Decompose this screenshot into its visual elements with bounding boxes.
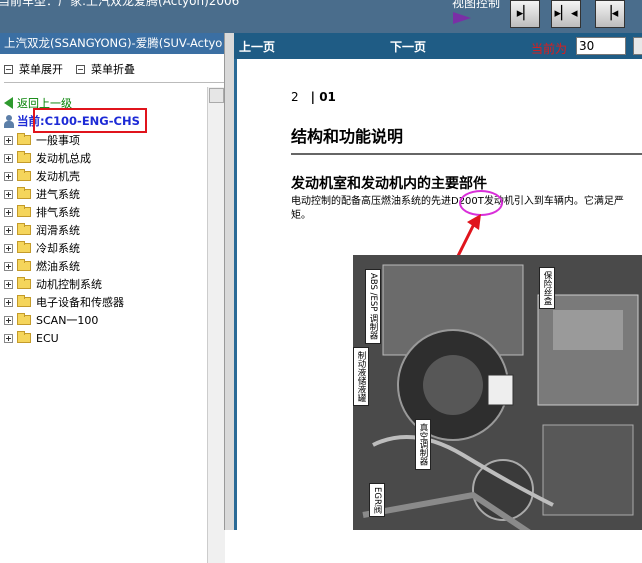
expand-menu-button[interactable]: 菜单展开 [4,61,63,77]
sidebar: 上汽双龙(SSANGYONG)-爱腾(SUV-Actyo 菜单展开 菜单折叠 返… [0,33,234,563]
scroll-up-button[interactable] [209,88,224,103]
tree-node[interactable]: 润滑系统 [4,221,124,239]
user-icon [4,114,14,128]
document-page: 2 | 01 结构和功能说明 发动机室和发动机内的主要部件 电动控制的配备高压燃油… [237,59,642,530]
tree-node-label: 燃油系统 [36,260,80,273]
view-right-pane-button[interactable]: ▕◂ [595,0,625,28]
tree-node[interactable]: ECU [4,329,124,347]
expand-plus-icon[interactable] [4,315,13,325]
go-page-button[interactable] [633,37,642,55]
section-heading: 发动机室和发动机内的主要部件 [291,176,487,192]
tree-node[interactable]: SCAN一100 [4,311,124,329]
tree-node-label: 发动机壳 [36,170,80,183]
engine-illustration [353,255,642,530]
folder-icon [17,277,31,289]
tree-node[interactable]: 发动机壳 [4,167,124,185]
section-number: | 01 [310,90,336,104]
window-title-bar: 当前车型：厂家:上汽双龙爱腾(Actyon)2006 视图控制 ▸▏ ▸▏◂ ▕… [0,0,642,33]
figure-label: EGR阀 [369,483,385,518]
expand-plus-icon[interactable] [4,135,13,145]
tree-node-label: 动机控制系统 [36,278,102,291]
sidebar-divider [4,82,230,83]
back-arrow-icon [4,97,13,109]
tree-node-label: 发动机总成 [36,152,91,165]
expand-plus-icon[interactable] [4,189,13,199]
folder-icon [17,313,31,325]
view-control-label: 视图控制 [452,0,501,10]
sidebar-header: 上汽双龙(SSANGYONG)-爱腾(SUV-Actyo [0,33,234,54]
folder-icon [17,187,31,199]
folder-icon [17,295,31,307]
tree-node[interactable]: 发动机总成 [4,149,124,167]
arrow-left-bar-icon: ▕◂ [601,6,619,21]
prev-page-button[interactable]: 上一页 [239,38,275,55]
tree-node-label: 润滑系统 [36,224,80,237]
folder-icon [17,151,31,163]
tree-node[interactable]: 动机控制系统 [4,275,124,293]
figure-label: 保险丝盒 [539,267,555,309]
annotation-circle [459,190,503,216]
figure-label: ABS /ESP 调制器 [365,269,381,344]
tree-node-label: 电子设备和传感器 [36,296,124,309]
page-number: 2 [291,90,299,104]
expand-icon [4,64,13,74]
expand-plus-icon[interactable] [4,225,13,235]
tree-node-label: ECU [36,331,59,345]
collapse-menu-label: 菜单折叠 [91,63,135,76]
highlight-box [33,108,147,133]
current-page-label: 当前为 [531,42,568,56]
expand-plus-icon[interactable] [4,279,13,289]
view-left-pane-button[interactable]: ▸▏ [510,0,540,28]
tree-node[interactable]: 排气系统 [4,203,124,221]
expand-plus-icon[interactable] [4,153,13,163]
title-rule [291,153,642,155]
collapse-icon [76,64,85,74]
sidebar-scrollbar[interactable] [207,87,225,563]
figure-label: 真空调制器 [415,419,431,470]
tree-node-label: 一般事项 [36,134,80,147]
page-number-input[interactable] [576,37,626,55]
page-header: 2 | 01 [291,90,336,104]
expand-plus-icon[interactable] [4,207,13,217]
sidebar-toolbar: 菜单展开 菜单折叠 [0,54,234,82]
view-control-flag-icon [453,12,471,24]
figure-label: 制动液储液罐 [353,347,369,406]
tree-node-label: 冷却系统 [36,242,80,255]
view-split-button[interactable]: ▸▏◂ [551,0,581,28]
page-title: 结构和功能说明 [291,127,404,146]
tree-node[interactable]: 一般事项 [4,131,124,149]
expand-plus-icon[interactable] [4,243,13,253]
expand-plus-icon[interactable] [4,333,13,343]
expand-plus-icon[interactable] [4,297,13,307]
folder-icon [17,205,31,217]
folder-icon [17,241,31,253]
page-navbar: 上一页 下一页 当前为 [234,33,642,59]
tree-node-label: 进气系统 [36,188,80,201]
expand-plus-icon[interactable] [4,261,13,271]
expand-plus-icon[interactable] [4,171,13,181]
next-page-button[interactable]: 下一页 [390,38,426,55]
collapse-menu-button[interactable]: 菜单折叠 [76,61,135,77]
arrows-split-icon: ▸▏◂ [554,6,578,21]
tree-node[interactable]: 燃油系统 [4,257,124,275]
folder-icon [17,331,31,343]
folder-icon [17,223,31,235]
folder-icon [17,169,31,181]
engine-bay-photo: ABS /ESP 调制器 制动液储液罐 真空调制器 EGR阀 保险丝盒 [353,255,642,530]
menu-tree: 一般事项发动机总成发动机壳进气系统排气系统润滑系统冷却系统燃油系统动机控制系统电… [4,131,124,347]
expand-menu-label: 菜单展开 [19,63,63,76]
window-title: 当前车型：厂家:上汽双龙爱腾(Actyon)2006 [0,0,240,8]
tree-node-label: SCAN一100 [36,314,99,327]
folder-icon [17,133,31,145]
tree-node[interactable]: 电子设备和传感器 [4,293,124,311]
folder-icon [17,259,31,271]
tree-node-label: 排气系统 [36,206,80,219]
arrow-right-bar-icon: ▸▏ [516,6,534,21]
tree-node[interactable]: 进气系统 [4,185,124,203]
tree-node[interactable]: 冷却系统 [4,239,124,257]
